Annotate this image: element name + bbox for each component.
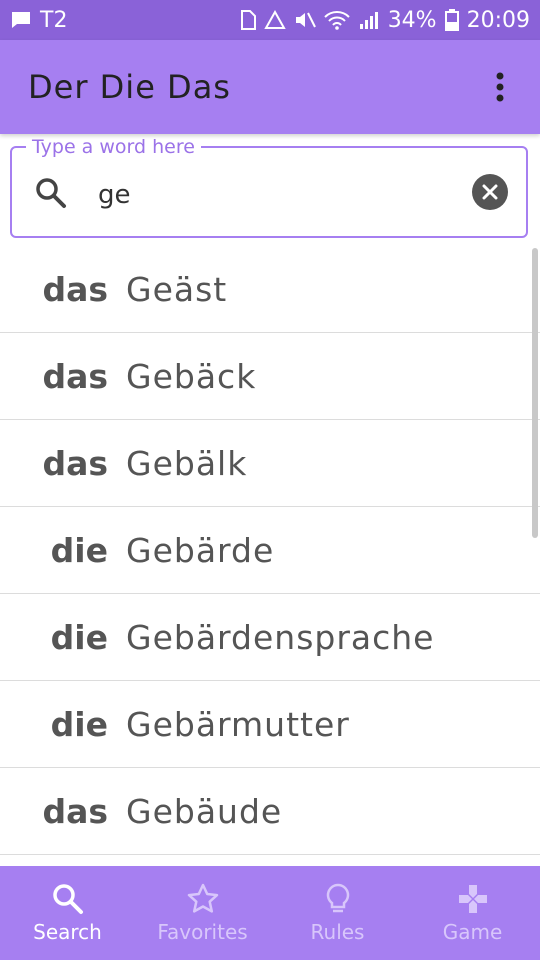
- battery-icon: [444, 9, 459, 31]
- nav-label: Rules: [310, 920, 365, 944]
- list-item[interactable]: die Gebärdensprache: [0, 594, 540, 681]
- list-item[interactable]: die Gebärmutter: [0, 681, 540, 768]
- article-label: das: [42, 269, 108, 309]
- clear-search-button[interactable]: [472, 174, 508, 210]
- carrier-label: T2: [40, 7, 68, 33]
- bottom-nav: Search Favorites Rules Game: [0, 866, 540, 960]
- noun-label: Gebäck: [126, 356, 257, 396]
- noun-label: Gebärde: [126, 530, 275, 570]
- clock: 20:09: [466, 7, 530, 33]
- search-input[interactable]: [96, 174, 450, 216]
- article-label: das: [42, 356, 108, 396]
- article-label: das: [42, 443, 108, 483]
- list-item[interactable]: das Gebäck: [0, 333, 540, 420]
- search-icon: [52, 884, 83, 914]
- status-bar: T2 34% 20:09: [0, 0, 540, 40]
- status-left: T2: [10, 8, 67, 33]
- noun-label: Gebärmutter: [126, 704, 350, 744]
- app-bar: Der Die Das: [0, 40, 540, 134]
- noun-label: Gebälk: [126, 443, 248, 483]
- message-icon: [10, 10, 32, 30]
- article-label: die: [50, 704, 108, 744]
- list-item[interactable]: die Gebärde: [0, 507, 540, 594]
- list-item[interactable]: das Gebäude: [0, 768, 540, 855]
- article-label: das: [42, 791, 108, 831]
- app-title: Der Die Das: [28, 68, 231, 106]
- wifi-icon: [323, 10, 350, 30]
- nav-rules[interactable]: Rules: [270, 866, 405, 960]
- search-field[interactable]: Type a word here: [10, 136, 528, 238]
- nav-search[interactable]: Search: [0, 866, 135, 960]
- status-right: 34% 20:09: [240, 8, 530, 33]
- results-list[interactable]: das Geäst das Gebäck das Gebälk die Gebä…: [0, 246, 540, 866]
- nav-game[interactable]: Game: [405, 866, 540, 960]
- list-item[interactable]: das Geäst: [0, 246, 540, 333]
- nav-label: Search: [33, 920, 102, 944]
- search-icon: [34, 176, 68, 214]
- noun-label: Geäst: [126, 269, 228, 309]
- gamepad-icon: [458, 885, 487, 913]
- battery-percent: 34%: [387, 7, 437, 33]
- nav-favorites[interactable]: Favorites: [135, 866, 270, 960]
- close-icon: [482, 184, 498, 200]
- more-vert-icon[interactable]: [480, 67, 520, 107]
- article-label: die: [50, 617, 108, 657]
- sim-icon: [240, 10, 256, 30]
- noun-label: Gebärdensprache: [126, 617, 435, 657]
- recycle-icon: [263, 10, 286, 30]
- scrollbar[interactable]: [532, 248, 538, 538]
- list-item[interactable]: das Gebälk: [0, 420, 540, 507]
- star-icon: [187, 883, 218, 913]
- noun-label: Gebäude: [126, 791, 283, 831]
- nav-label: Game: [442, 920, 503, 944]
- mute-icon: [294, 10, 316, 30]
- search-field-label: Type a word here: [26, 136, 201, 158]
- nav-label: Favorites: [157, 920, 248, 944]
- lightbulb-icon: [326, 883, 349, 913]
- article-label: die: [50, 530, 108, 570]
- signal-icon: [358, 10, 380, 30]
